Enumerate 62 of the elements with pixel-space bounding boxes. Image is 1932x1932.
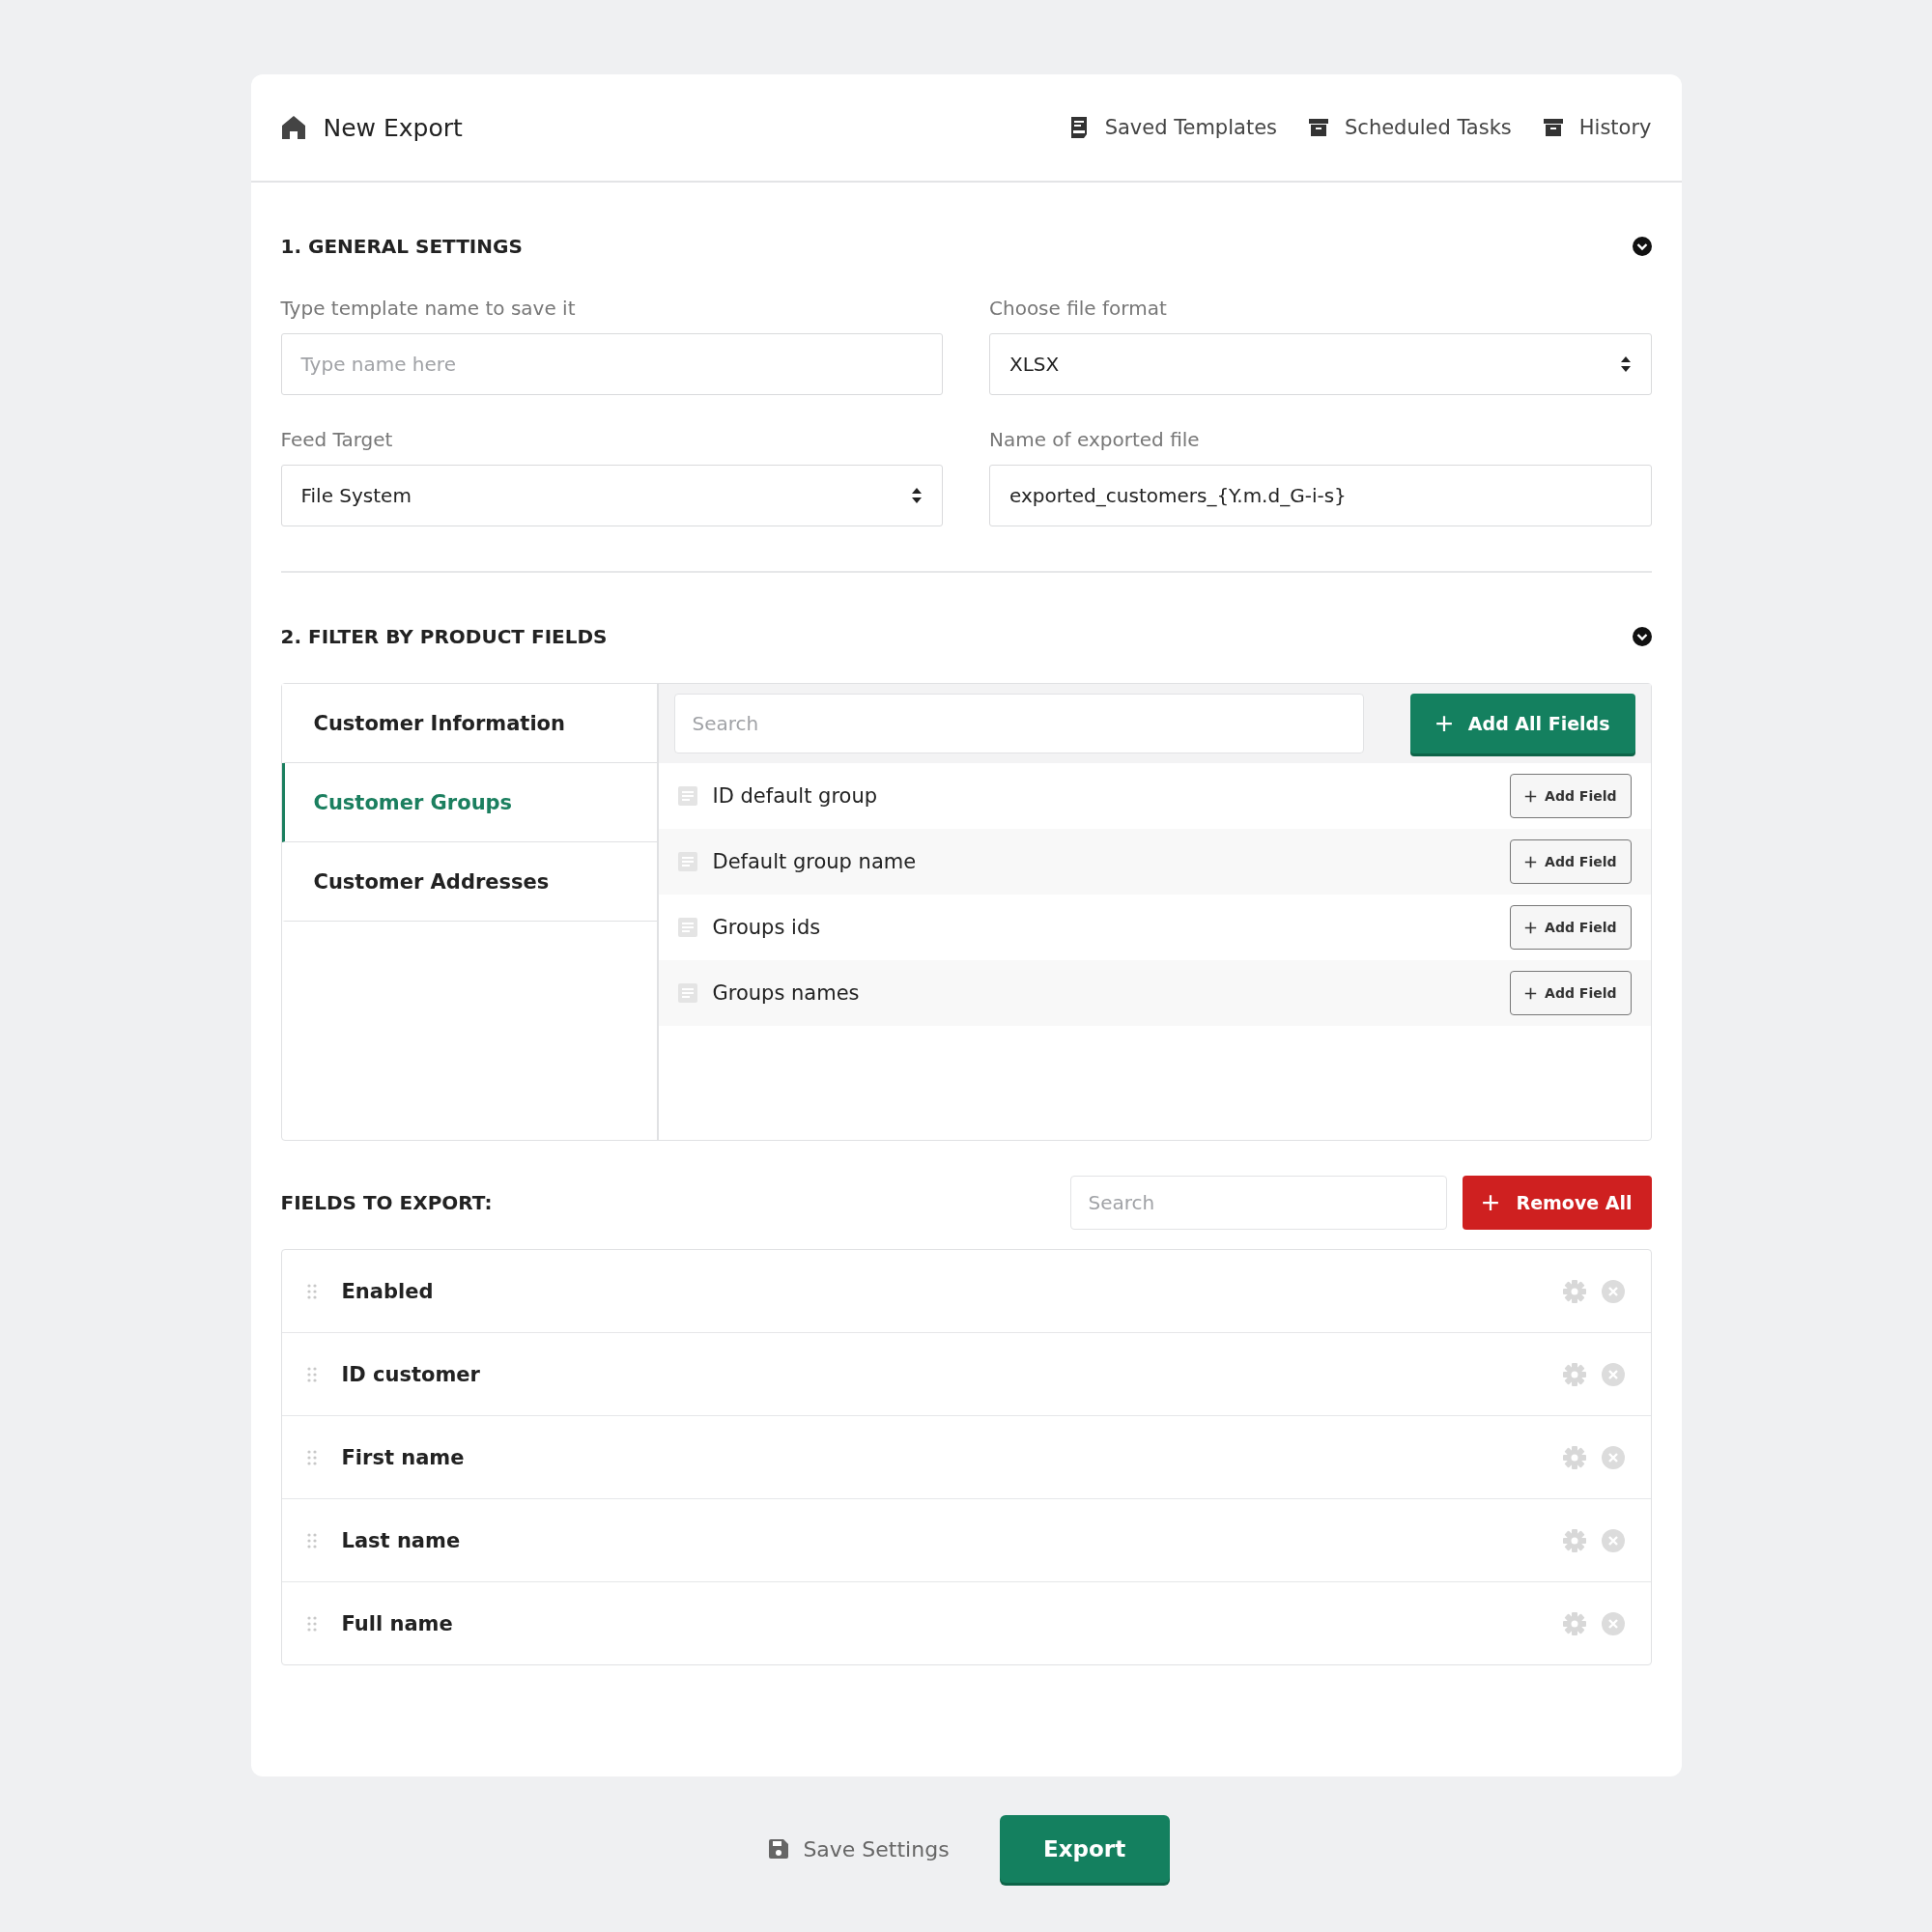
add-field-button[interactable]: Add Field <box>1510 774 1632 818</box>
field-name: Default group name <box>712 850 917 873</box>
field-name: Groups names <box>712 981 860 1005</box>
nav-link[interactable]: Scheduled Tasks <box>1308 116 1512 139</box>
drag-handle-icon[interactable] <box>306 1449 317 1465</box>
list-item-icon <box>677 918 697 937</box>
input-field[interactable]: exported_customers_{Y.m.d_G-i-s} <box>989 465 1652 526</box>
field-name: ID default group <box>712 784 878 808</box>
drag-handle-icon[interactable] <box>306 1532 317 1548</box>
field-label: Type template name to save it <box>280 297 577 320</box>
add-all-fields-button[interactable]: Add All Fields <box>1409 694 1635 753</box>
add-field-button[interactable]: Add Field <box>1510 839 1632 884</box>
category-tab[interactable]: Customer Information <box>281 684 657 763</box>
export-field-name: Full name <box>341 1611 453 1635</box>
field-label: Feed Target <box>280 428 394 451</box>
remove-icon[interactable] <box>1600 1278 1626 1304</box>
remove-icon[interactable] <box>1600 1610 1626 1636</box>
section-title: 2. FILTER BY PRODUCT FIELDS <box>280 625 608 648</box>
list-item-icon <box>677 852 697 871</box>
plus-icon <box>1524 921 1538 934</box>
export-field-name: Last name <box>341 1528 461 1552</box>
drag-handle-icon[interactable] <box>306 1366 317 1382</box>
chevron-down-icon[interactable] <box>1632 627 1652 646</box>
field-label: Name of exported file <box>989 428 1201 451</box>
select-arrows-icon <box>911 487 923 504</box>
plus-icon <box>1435 715 1453 732</box>
archive-box-icon <box>1308 117 1329 138</box>
save-settings-button[interactable]: Save Settings <box>762 1835 955 1862</box>
section-title: FIELDS TO EXPORT: <box>280 1191 493 1214</box>
plus-icon <box>1524 789 1538 803</box>
select-field[interactable]: File System <box>280 465 943 526</box>
list-item-icon <box>677 786 697 806</box>
plus-icon <box>1481 1194 1499 1211</box>
drag-handle-icon[interactable] <box>306 1283 317 1299</box>
remove-icon[interactable] <box>1600 1361 1626 1387</box>
plus-icon <box>1524 855 1538 868</box>
export-field-name: ID customer <box>341 1362 480 1386</box>
remove-all-button[interactable]: Remove All <box>1462 1176 1652 1230</box>
export-button[interactable]: Export <box>999 1815 1170 1883</box>
export-field-name: First name <box>341 1445 465 1469</box>
add-field-button[interactable]: Add Field <box>1510 971 1632 1015</box>
section-title: 1. GENERAL SETTINGS <box>280 235 523 258</box>
plus-icon <box>1524 986 1538 1000</box>
nav-link[interactable]: Saved Templates <box>1067 116 1277 139</box>
chevron-down-icon[interactable] <box>1632 237 1652 256</box>
search-field[interactable]: Search <box>673 694 1364 753</box>
archive-box-icon <box>1542 117 1564 138</box>
search-field[interactable]: Search <box>1069 1176 1447 1230</box>
remove-icon[interactable] <box>1600 1444 1626 1470</box>
drag-handle-icon[interactable] <box>306 1615 317 1632</box>
select-field[interactable]: XLSX <box>989 333 1652 395</box>
nav-link[interactable]: History <box>1542 116 1652 139</box>
select-arrows-icon <box>1619 355 1632 373</box>
list-item-icon <box>677 983 697 1003</box>
add-field-button[interactable]: Add Field <box>1510 905 1632 950</box>
field-label: Choose file format <box>989 297 1168 320</box>
page-title: New Export <box>323 113 463 142</box>
export-field-name: Enabled <box>341 1279 434 1303</box>
home-icon <box>280 115 306 140</box>
field-name: Groups ids <box>712 916 821 939</box>
remove-icon[interactable] <box>1600 1527 1626 1553</box>
category-tab[interactable]: Customer Groups <box>281 763 657 842</box>
